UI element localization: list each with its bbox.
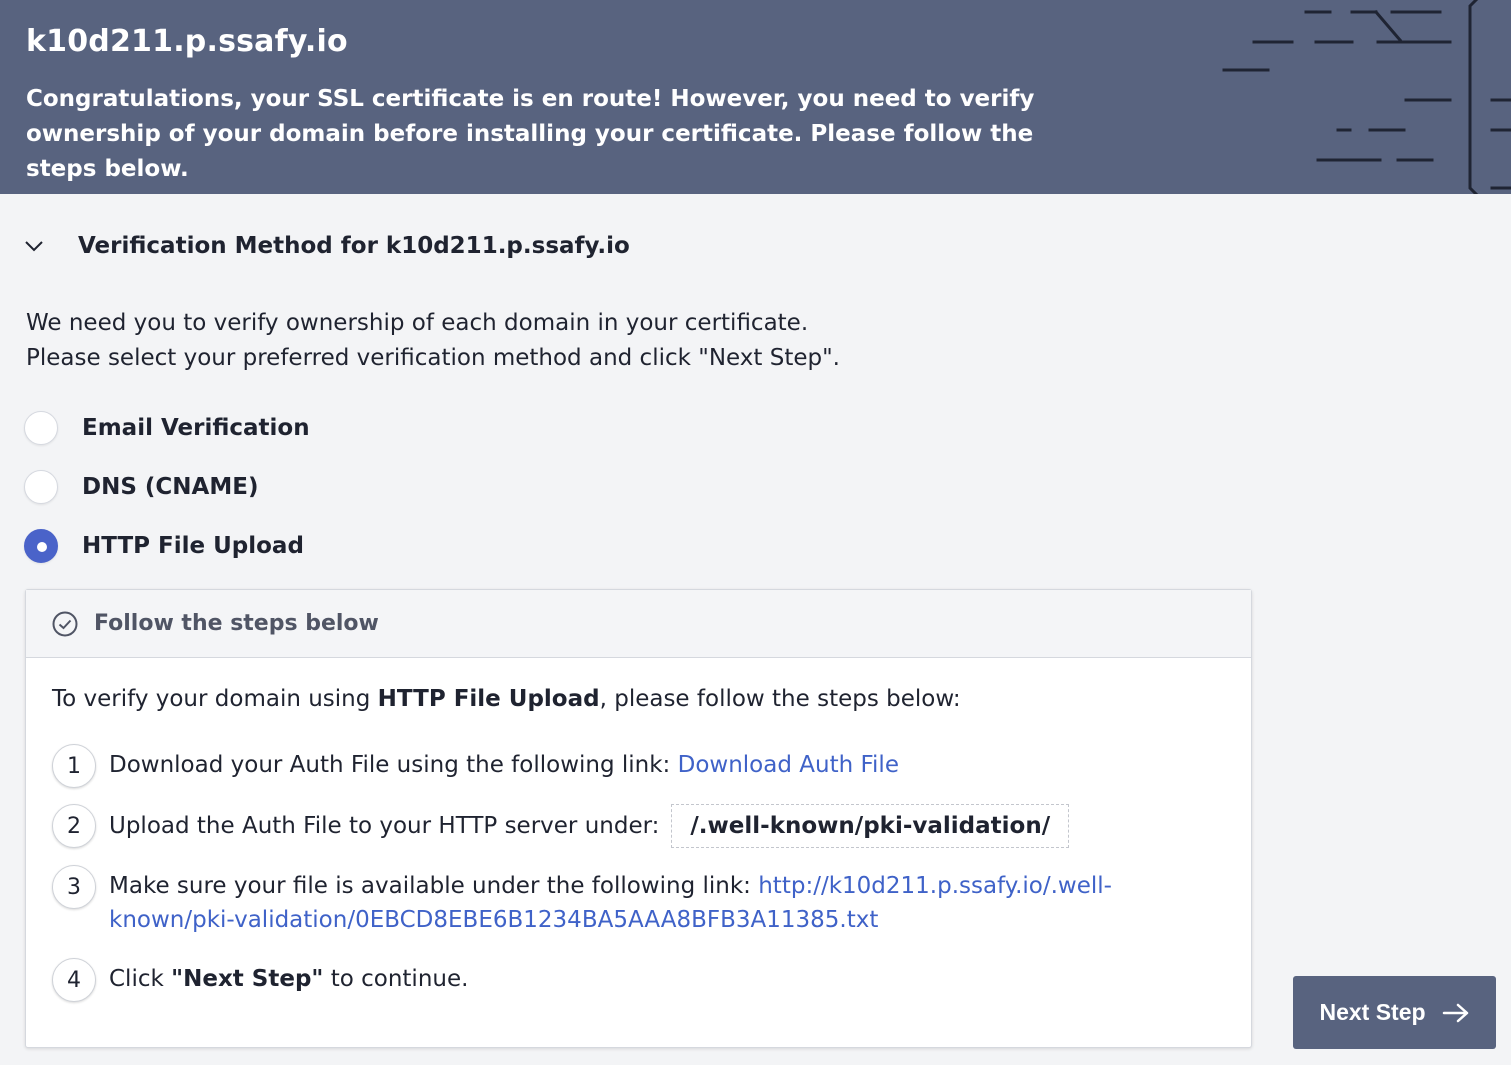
- section-title: Verification Method for k10d211.p.ssafy.…: [78, 233, 630, 259]
- step-number: 2: [52, 804, 96, 848]
- step-text: Download your Auth File using the follow…: [109, 744, 899, 782]
- steps-lead: To verify your domain using HTTP File Up…: [52, 686, 961, 712]
- check-circle-icon: [52, 611, 78, 636]
- step-number: 1: [52, 744, 96, 788]
- step-1: 1 Download your Auth File using the foll…: [52, 744, 899, 788]
- domain-title: k10d211.p.ssafy.io: [26, 24, 348, 59]
- step-2: 2 Upload the Auth File to your HTTP serv…: [52, 804, 1070, 848]
- radio-http[interactable]: [24, 529, 58, 563]
- radio-email[interactable]: [24, 411, 58, 445]
- radio-dns[interactable]: [24, 470, 58, 504]
- lead-post: , please follow the steps below:: [599, 686, 961, 712]
- arrow-right-icon: [1442, 1003, 1468, 1022]
- validation-url-part-2: known/pki-validation/0EBCD8EBE6B1234BA5A…: [109, 907, 879, 933]
- step-text: Upload the Auth File to your HTTP server…: [109, 804, 1070, 848]
- step-4-pre: Click: [109, 966, 172, 992]
- step-4: 4 Click "Next Step" to continue.: [52, 958, 468, 1002]
- option-label: DNS (CNAME): [82, 474, 259, 500]
- header-message: Congratulations, your SSL certificate is…: [26, 86, 1035, 182]
- option-http-file-upload[interactable]: HTTP File Upload: [24, 528, 304, 564]
- step-1-text: Download your Auth File using the follow…: [109, 752, 678, 778]
- steps-panel-heading: Follow the steps below: [94, 611, 379, 636]
- step-text: Click "Next Step" to continue.: [109, 958, 468, 996]
- steps-panel: Follow the steps below To verify your do…: [25, 589, 1252, 1048]
- step-3-text: Make sure your file is available under t…: [109, 873, 759, 899]
- circuit-decoration-icon: [1222, 0, 1511, 194]
- step-4-post: to continue.: [323, 966, 469, 992]
- header-banner: k10d211.p.ssafy.io Congratulations, your…: [0, 0, 1511, 194]
- lead-method: HTTP File Upload: [377, 686, 600, 712]
- intro-line-1: We need you to verify ownership of each …: [26, 310, 809, 336]
- option-email-verification[interactable]: Email Verification: [24, 410, 310, 446]
- validation-path-box: /.well-known/pki-validation/: [671, 804, 1070, 848]
- option-dns-cname[interactable]: DNS (CNAME): [24, 469, 258, 505]
- intro-line-2: Please select your preferred verificatio…: [26, 345, 840, 371]
- chevron-down-icon: [25, 241, 43, 252]
- step-2-text: Upload the Auth File to your HTTP server…: [109, 813, 660, 839]
- intro-text: We need you to verify ownership of each …: [26, 306, 840, 376]
- step-3: 3 Make sure your file is available under…: [52, 865, 1112, 937]
- next-step-button[interactable]: Next Step: [1293, 976, 1496, 1049]
- steps-panel-header: Follow the steps below: [26, 590, 1251, 658]
- next-step-label: Next Step: [1319, 999, 1426, 1025]
- lead-pre: To verify your domain using: [52, 686, 378, 712]
- verification-method-toggle[interactable]: Verification Method for k10d211.p.ssafy.…: [22, 226, 630, 266]
- step-number: 3: [52, 865, 96, 909]
- step-4-bold: "Next Step": [171, 966, 324, 992]
- option-label: Email Verification: [82, 415, 310, 441]
- validation-url-part-1: http://k10d211.p.ssafy.io/.well-: [758, 873, 1112, 899]
- download-auth-file-link[interactable]: Download Auth File: [678, 752, 899, 778]
- option-label: HTTP File Upload: [82, 533, 304, 559]
- step-number: 4: [52, 958, 96, 1002]
- step-text: Make sure your file is available under t…: [109, 865, 1112, 937]
